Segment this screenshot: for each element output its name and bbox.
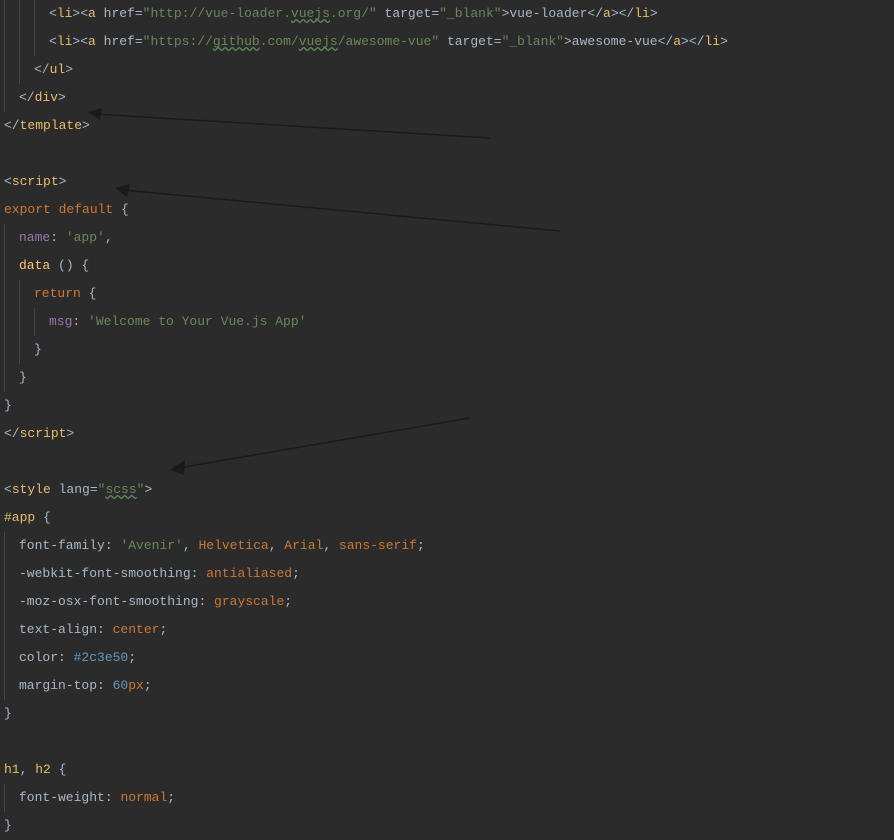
- code-line: margin-top: 60px;: [4, 672, 894, 700]
- code-line: -moz-osx-font-smoothing: grayscale;: [4, 588, 894, 616]
- code-line: <script>: [4, 168, 894, 196]
- code-line: <li><a href="http://vue-loader.vuejs.org…: [4, 0, 894, 28]
- blank-line: [4, 448, 894, 476]
- code-line: }: [4, 812, 894, 840]
- code-line: name: 'app',: [4, 224, 894, 252]
- code-line: font-weight: normal;: [4, 784, 894, 812]
- code-line: <li><a href="https://github.com/vuejs/aw…: [4, 28, 894, 56]
- code-line: }: [4, 364, 894, 392]
- code-line: h1, h2 {: [4, 756, 894, 784]
- code-line: color: #2c3e50;: [4, 644, 894, 672]
- code-line: }: [4, 700, 894, 728]
- code-line: msg: 'Welcome to Your Vue.js App': [4, 308, 894, 336]
- code-line: }: [4, 336, 894, 364]
- code-line: </ul>: [4, 56, 894, 84]
- code-line: -webkit-font-smoothing: antialiased;: [4, 560, 894, 588]
- code-line: </script>: [4, 420, 894, 448]
- code-line: return {: [4, 280, 894, 308]
- code-line: </template>: [4, 112, 894, 140]
- code-line: text-align: center;: [4, 616, 894, 644]
- code-line: font-family: 'Avenir', Helvetica, Arial,…: [4, 532, 894, 560]
- code-line: </div>: [4, 84, 894, 112]
- code-line: <style lang="scss">: [4, 476, 894, 504]
- blank-line: [4, 728, 894, 756]
- code-line: data () {: [4, 252, 894, 280]
- code-editor[interactable]: <li><a href="http://vue-loader.vuejs.org…: [0, 0, 894, 840]
- code-line: export default {: [4, 196, 894, 224]
- blank-line: [4, 140, 894, 168]
- code-line: #app {: [4, 504, 894, 532]
- code-line: }: [4, 392, 894, 420]
